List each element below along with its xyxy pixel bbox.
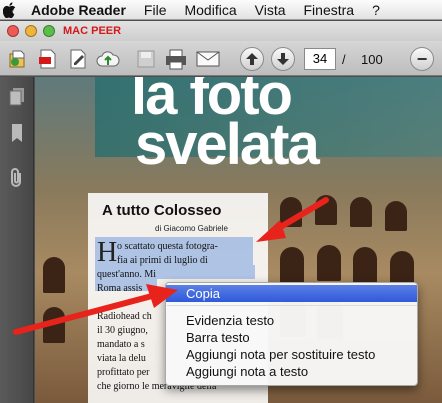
page-separator: / [342,52,346,67]
menu-file[interactable]: File [144,0,167,20]
sign-document-icon[interactable] [66,47,90,71]
arrow-up-icon [246,53,258,65]
window-title-bar: MAC PEER [0,21,442,41]
menu-finestra[interactable]: Finestra [304,0,355,20]
zoom-out-button[interactable]: − [410,47,434,71]
colosseum-arch [317,245,341,281]
context-menu-evidenzia-testo[interactable]: Evidenzia testo [166,312,417,329]
menu-help[interactable]: ? [372,0,380,20]
pages-panel-icon[interactable] [8,87,26,107]
body-text-line[interactable]: fia ai primi di luglio di [117,255,208,266]
print-icon[interactable] [164,47,188,71]
previous-page-button[interactable] [240,47,264,71]
menu-app-name[interactable]: Adobe Reader [31,0,126,20]
article-title: A tutto Colosseo [102,202,222,219]
callout-arrow [256,197,329,242]
callout-arrow [13,284,178,335]
menu-separator [167,305,417,306]
menu-modifica[interactable]: Modifica [184,0,236,20]
context-menu-copia[interactable]: Copia [166,285,417,302]
apple-menu-icon[interactable] [3,1,21,19]
context-menu-barra-testo[interactable]: Barra testo [166,329,417,346]
close-window-button[interactable] [7,25,19,37]
drop-cap: H [97,237,118,268]
menu-vista[interactable]: Vista [255,0,286,20]
colosseum-arch [353,247,377,283]
article-byline: di Giacomo Gabriele [155,224,228,233]
create-pdf-icon[interactable] [36,47,60,71]
body-text-line[interactable]: quest'anno. Mi [97,269,156,280]
minimize-window-button[interactable] [25,25,37,37]
context-menu-nota-sostituire-testo[interactable]: Aggiungi nota per sostituire testo [166,346,417,363]
arrow-down-icon [277,53,289,65]
context-menu: Copia Evidenzia testo Barra testo Aggiun… [165,282,418,386]
context-menu-nota-a-testo[interactable]: Aggiungi nota a testo [166,363,417,380]
toolbar: 34 / 100 − [0,41,442,76]
upload-cloud-icon[interactable] [96,47,120,71]
page-number-input[interactable]: 34 [304,48,336,70]
window-title: MAC PEER [63,25,122,37]
headline-line-2: svelata [135,112,320,177]
next-page-button[interactable] [271,47,295,71]
attachments-paperclip-icon[interactable] [8,167,26,187]
total-pages: 100 [361,52,383,67]
bookmarks-panel-icon[interactable] [8,123,26,143]
zoom-window-button[interactable] [43,25,55,37]
colosseum-arch [280,247,304,283]
navigation-pane [0,77,34,403]
open-file-icon[interactable] [6,47,30,71]
colosseum-arch [350,197,372,227]
menu-bar: Adobe Reader File Modifica Vista Finestr… [0,0,442,20]
colosseum-arch [385,201,407,231]
body-text-line[interactable]: profittato per [97,367,149,378]
save-icon[interactable] [134,47,158,71]
body-text-line[interactable]: viata la delu [97,353,146,364]
body-text-line[interactable]: o scattato questa fotogra- [117,241,218,252]
email-icon[interactable] [196,47,220,71]
